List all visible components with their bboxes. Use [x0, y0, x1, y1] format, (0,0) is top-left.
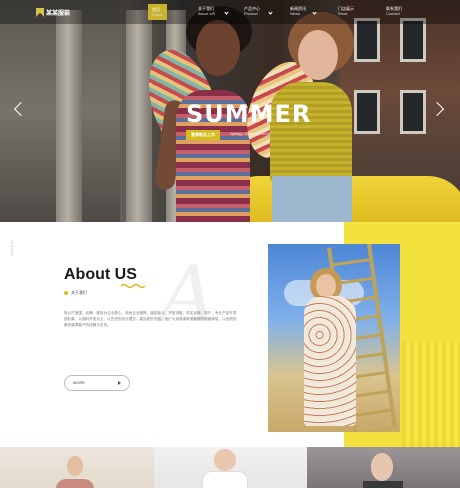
nav-item-product[interactable]: 产品中心 Product — [244, 6, 260, 16]
product-thumbnail[interactable] — [154, 447, 307, 488]
more-button-label: MORE — [73, 380, 85, 385]
side-section-label: About us — [9, 240, 14, 256]
logo-icon — [36, 8, 44, 17]
chevron-down-icon — [268, 10, 273, 15]
thumbnail-model-top — [363, 481, 403, 488]
thumbnail-model-top — [56, 479, 94, 488]
thumbnail-model-top — [202, 471, 248, 488]
product-thumbnail[interactable] — [307, 447, 460, 488]
nav-item-home[interactable]: 首页 Home — [148, 4, 167, 20]
hero-window — [354, 18, 380, 62]
about-photo — [268, 244, 400, 432]
hero-subtitle: Spring / Summer 2018 — [230, 131, 271, 136]
nav-item-sublabel: Store — [338, 11, 348, 16]
nav-item-sublabel: Contact — [386, 11, 400, 16]
nav-item-contact[interactable]: 联系我们 Contact — [386, 6, 402, 16]
hero-column — [56, 10, 82, 222]
hero-model-right-top — [270, 82, 352, 182]
yellow-backdrop-pattern — [402, 342, 460, 447]
about-subtitle-text: 关于我们 — [71, 290, 87, 295]
nav-item-sublabel: News — [290, 11, 301, 16]
product-thumbnail[interactable] — [0, 447, 154, 488]
chevron-down-icon — [224, 10, 229, 15]
chevron-down-icon — [312, 10, 317, 15]
hero-window — [400, 90, 426, 134]
hero-model-right-face — [298, 30, 338, 80]
nav-item-store[interactable]: 门店展示 Store — [338, 6, 354, 16]
about-subtitle: 关于我们 — [64, 290, 87, 296]
hero-window — [354, 90, 380, 134]
nav-item-sublabel: Home — [152, 12, 163, 17]
nav-item-sublabel: Product — [244, 11, 258, 16]
more-button[interactable]: MORE — [64, 375, 130, 391]
hero-banner[interactable]: SUMMER 夏季新品上市 Spring / Summer 2018 — [0, 0, 460, 222]
logo-text: 某某服装 — [46, 11, 71, 17]
hero-window — [400, 18, 426, 62]
top-navigation: 某某服装 首页 Home 关于我们 About US 产品中心 Product … — [0, 0, 460, 24]
about-title: About US — [64, 266, 137, 283]
squiggle-decoration-icon — [120, 283, 146, 289]
photo-model-dress — [304, 296, 356, 426]
hero-column — [126, 10, 152, 222]
photo-model-face — [316, 274, 336, 298]
hero-model-right-jeans — [272, 176, 352, 222]
thumbnail-model-face — [371, 453, 393, 481]
hero-model-left-face — [196, 20, 240, 76]
hero-tag: 夏季新品上市 — [186, 130, 220, 140]
play-arrow-icon — [118, 381, 121, 385]
thumbnail-model-face — [214, 449, 236, 471]
about-description: 特以打造国、品牌、服务为企业核心，崇尚企业精神，团结奋斗，开拓进取，务实创新。特… — [64, 311, 237, 327]
site-logo[interactable]: 某某服装 — [36, 8, 70, 17]
bullet-dot-icon — [64, 291, 68, 295]
nav-item-news[interactable]: 新闻资讯 News — [290, 6, 306, 16]
hero-headline: SUMMER — [186, 100, 312, 128]
nav-item-about[interactable]: 关于我们 About US — [198, 6, 215, 16]
nav-item-sublabel: About US — [198, 11, 216, 16]
thumbnail-model-face — [67, 456, 83, 476]
